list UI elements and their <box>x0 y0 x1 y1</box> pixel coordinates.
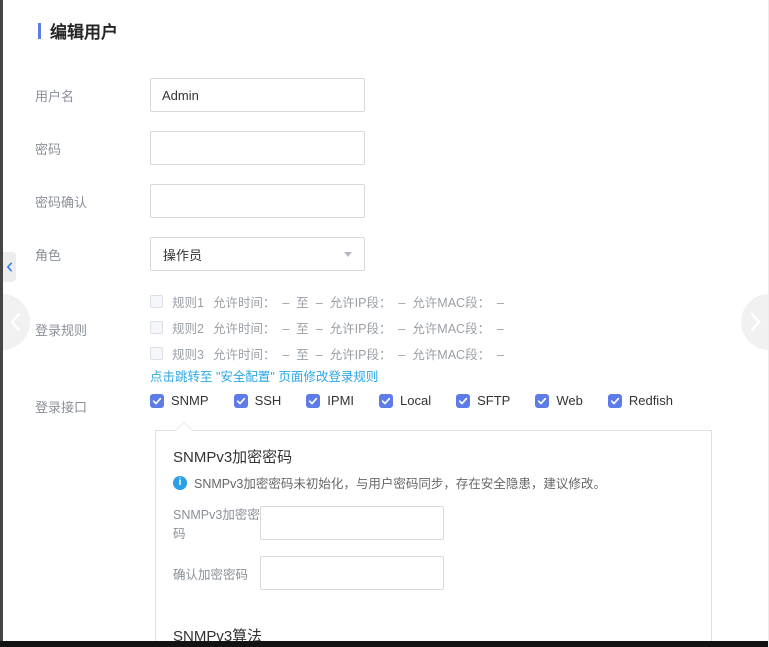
rule-detail: 允许时间： – 至 – 允许IP段： – 允许MAC段： – <box>213 292 504 311</box>
login-rule-row: 规则2 允许时间： – 至 – 允许IP段： – 允许MAC段： – <box>150 314 504 340</box>
interface-option: SFTP <box>456 393 510 408</box>
password-confirm-input[interactable] <box>150 184 365 218</box>
interface-checkbox[interactable] <box>150 394 164 408</box>
checkmark-icon <box>381 396 391 406</box>
snmpv3-panel: SNMPv3加密密码 i SNMPv3加密密码未初始化，与用户密码同步，存在安全… <box>155 430 712 647</box>
security-config-link[interactable]: 点击跳转至 "安全配置" 页面修改登录规则 <box>150 366 378 385</box>
snmpv3-info-text: SNMPv3加密密码未初始化，与用户密码同步，存在安全隐患，建议修改。 <box>194 473 606 492</box>
snmpv3-password-input[interactable] <box>260 506 444 540</box>
checkmark-icon <box>152 396 162 406</box>
login-interfaces-list: SNMP SSH IPMI Local <box>150 393 673 408</box>
snmpv3-panel-title: SNMPv3加密密码 <box>173 446 292 467</box>
role-row: 角色 操作员 <box>35 237 365 271</box>
interface-option: SNMP <box>150 393 209 408</box>
password-label: 密码 <box>35 139 150 158</box>
chevron-down-icon <box>344 252 352 257</box>
snmpv3-password-confirm-row: 确认加密密码 <box>173 556 444 590</box>
chevron-right-icon <box>749 311 763 333</box>
username-label: 用户名 <box>35 86 150 105</box>
window-bottom-edge <box>0 641 768 647</box>
interface-option: SSH <box>234 393 282 408</box>
carousel-next-button[interactable] <box>741 294 769 350</box>
checkmark-icon <box>236 396 246 406</box>
login-rules-label: 登录规则 <box>35 320 87 339</box>
snmpv3-password-confirm-input[interactable] <box>260 556 444 590</box>
interface-label: IPMI <box>327 393 354 408</box>
login-rules-list: 规则1 允许时间： – 至 – 允许IP段： – 允许MAC段： – 规则2 允… <box>150 288 504 366</box>
interface-checkbox[interactable] <box>379 394 393 408</box>
interface-checkbox[interactable] <box>608 394 622 408</box>
interface-checkbox[interactable] <box>234 394 248 408</box>
snmpv3-password-confirm-label: 确认加密密码 <box>173 564 260 583</box>
interface-label: SNMP <box>171 393 209 408</box>
login-rule-row: 规则1 允许时间： – 至 – 允许IP段： – 允许MAC段： – <box>150 288 504 314</box>
panel-notch-fill <box>176 423 192 431</box>
rule-checkbox[interactable] <box>150 321 163 334</box>
carousel-prev-button[interactable] <box>0 294 30 350</box>
username-input[interactable] <box>150 78 365 112</box>
rule-checkbox[interactable] <box>150 347 163 360</box>
interface-option: IPMI <box>306 393 354 408</box>
page-title: 编辑用户 <box>50 18 118 43</box>
role-label: 角色 <box>35 245 150 264</box>
info-icon: i <box>173 476 187 490</box>
username-row: 用户名 <box>35 78 365 112</box>
interface-label: Redfish <box>629 393 673 408</box>
snmpv3-password-row: SNMPv3加密密码 <box>173 504 444 542</box>
interface-option: Local <box>379 393 431 408</box>
login-interfaces-label: 登录接口 <box>35 397 87 416</box>
role-select-value: 操作员 <box>163 245 202 264</box>
login-rule-row: 规则3 允许时间： – 至 – 允许IP段： – 允许MAC段： – <box>150 340 504 366</box>
interface-checkbox[interactable] <box>456 394 470 408</box>
interface-label: Web <box>556 393 583 408</box>
rule-checkbox[interactable] <box>150 295 163 308</box>
page-header: 编辑用户 <box>38 18 118 43</box>
interface-option: Web <box>535 393 583 408</box>
password-row: 密码 <box>35 131 365 165</box>
chevron-left-icon <box>6 262 13 272</box>
snmpv3-password-label: SNMPv3加密密码 <box>173 504 260 542</box>
edit-user-page: 编辑用户 用户名 密码 密码确认 角色 操作员 登录规则 规则1 允许时间： –… <box>0 0 769 647</box>
interface-label: SFTP <box>477 393 510 408</box>
checkmark-icon <box>458 396 468 406</box>
title-accent-bar <box>38 23 41 39</box>
rule-detail: 允许时间： – 至 – 允许IP段： – 允许MAC段： – <box>213 344 504 363</box>
interface-checkbox[interactable] <box>306 394 320 408</box>
sidebar-collapse-tab[interactable] <box>3 252 16 282</box>
interface-option: Redfish <box>608 393 673 408</box>
rule-name: 规则2 <box>172 318 204 337</box>
role-select[interactable]: 操作员 <box>150 237 365 271</box>
password-confirm-label: 密码确认 <box>35 192 150 211</box>
rule-name: 规则3 <box>172 344 204 363</box>
chevron-left-icon <box>8 311 22 333</box>
interface-label: Local <box>400 393 431 408</box>
rule-detail: 允许时间： – 至 – 允许IP段： – 允许MAC段： – <box>213 318 504 337</box>
checkmark-icon <box>610 396 620 406</box>
checkmark-icon <box>537 396 547 406</box>
window-left-edge <box>0 0 3 647</box>
password-confirm-row: 密码确认 <box>35 184 365 218</box>
interface-label: SSH <box>255 393 282 408</box>
rule-name: 规则1 <box>172 292 204 311</box>
interface-checkbox[interactable] <box>535 394 549 408</box>
password-input[interactable] <box>150 131 365 165</box>
snmpv3-info-row: i SNMPv3加密密码未初始化，与用户密码同步，存在安全隐患，建议修改。 <box>173 473 606 492</box>
checkmark-icon <box>308 396 318 406</box>
